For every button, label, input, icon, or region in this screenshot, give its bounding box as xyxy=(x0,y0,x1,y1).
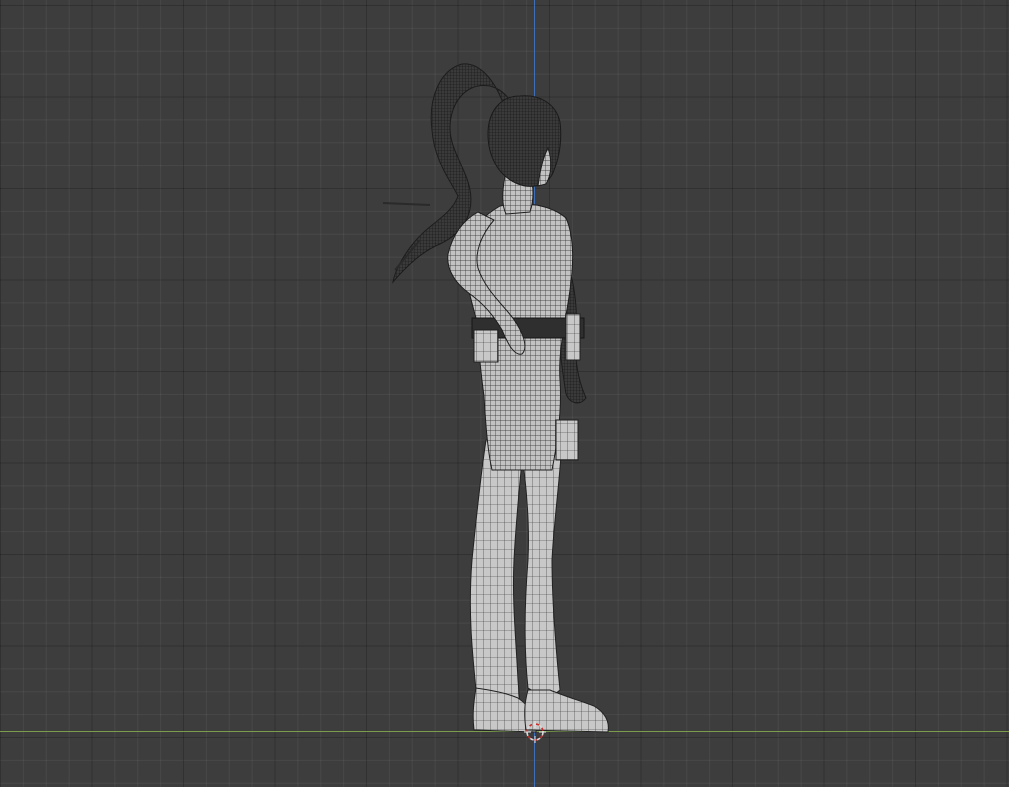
leg-back xyxy=(469,439,525,707)
leg-front xyxy=(519,439,563,701)
character-mesh[interactable] xyxy=(370,50,630,750)
3d-cursor-icon[interactable] xyxy=(524,721,546,743)
3d-viewport[interactable] xyxy=(0,0,1009,787)
